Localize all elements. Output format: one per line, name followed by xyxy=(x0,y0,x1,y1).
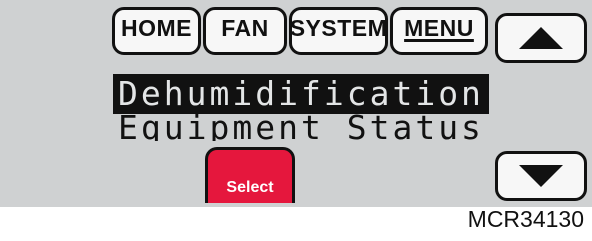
down-arrow-icon xyxy=(519,165,563,187)
system-tab[interactable]: SYSTEM xyxy=(289,7,388,55)
menu-item-selected[interactable]: Dehumidification xyxy=(113,74,489,114)
select-button-label: Select xyxy=(226,179,274,196)
home-tab-label: HOME xyxy=(121,15,192,41)
fan-tab-label: FAN xyxy=(221,15,269,41)
menu-item-next[interactable]: Equipment Status xyxy=(113,111,489,141)
menu-tab[interactable]: MENU xyxy=(390,7,488,55)
down-arrow-button[interactable] xyxy=(495,151,587,201)
figure-code: MCR34130 xyxy=(467,206,584,232)
system-tab-label: SYSTEM xyxy=(289,15,388,41)
fan-tab[interactable]: FAN xyxy=(203,7,287,55)
home-tab[interactable]: HOME xyxy=(112,7,201,55)
menu-tab-label: MENU xyxy=(404,15,474,41)
thermostat-screen: HOME FAN SYSTEM MENU Dehumidification Eq… xyxy=(0,0,592,207)
up-arrow-icon xyxy=(519,27,563,49)
up-arrow-button[interactable] xyxy=(495,13,587,63)
select-button[interactable]: Select xyxy=(205,147,295,203)
